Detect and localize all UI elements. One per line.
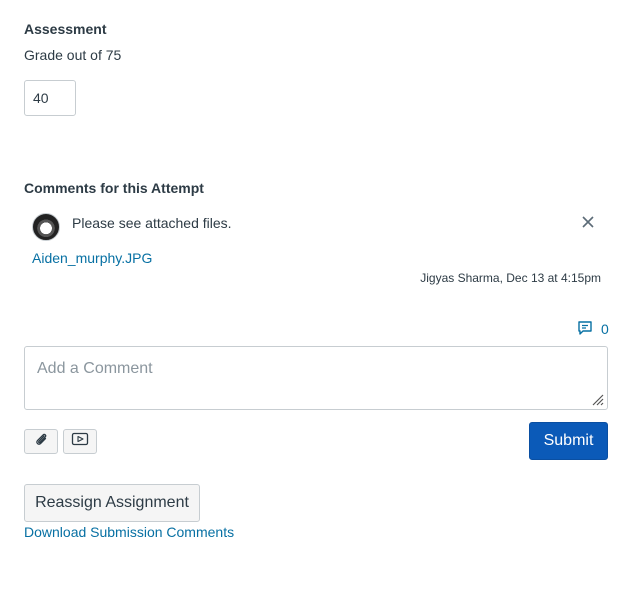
reassign-assignment-button[interactable]: Reassign Assignment bbox=[24, 484, 200, 522]
comment-count[interactable]: 0 bbox=[577, 320, 609, 338]
attach-file-button[interactable] bbox=[24, 429, 58, 454]
media-icon bbox=[71, 432, 89, 451]
avatar bbox=[32, 213, 60, 241]
paperclip-icon bbox=[33, 431, 49, 452]
close-icon[interactable] bbox=[578, 212, 598, 232]
assessment-heading: Assessment bbox=[24, 21, 107, 37]
comment-textarea[interactable] bbox=[24, 346, 608, 410]
comment-meta: Jigyas Sharma, Dec 13 at 4:15pm bbox=[420, 271, 601, 285]
comment-count-value: 0 bbox=[601, 321, 609, 337]
comment-text: Please see attached files. bbox=[72, 215, 232, 231]
media-comment-button[interactable] bbox=[63, 429, 97, 454]
comment-icon bbox=[577, 320, 593, 339]
resize-handle[interactable] bbox=[590, 392, 604, 406]
grade-input[interactable] bbox=[24, 80, 76, 116]
comments-heading: Comments for this Attempt bbox=[24, 180, 204, 196]
attachment-link[interactable]: Aiden_murphy.JPG bbox=[32, 250, 152, 266]
grade-label: Grade out of 75 bbox=[24, 47, 122, 63]
submit-button[interactable]: Submit bbox=[529, 422, 608, 460]
download-comments-link[interactable]: Download Submission Comments bbox=[24, 524, 234, 540]
